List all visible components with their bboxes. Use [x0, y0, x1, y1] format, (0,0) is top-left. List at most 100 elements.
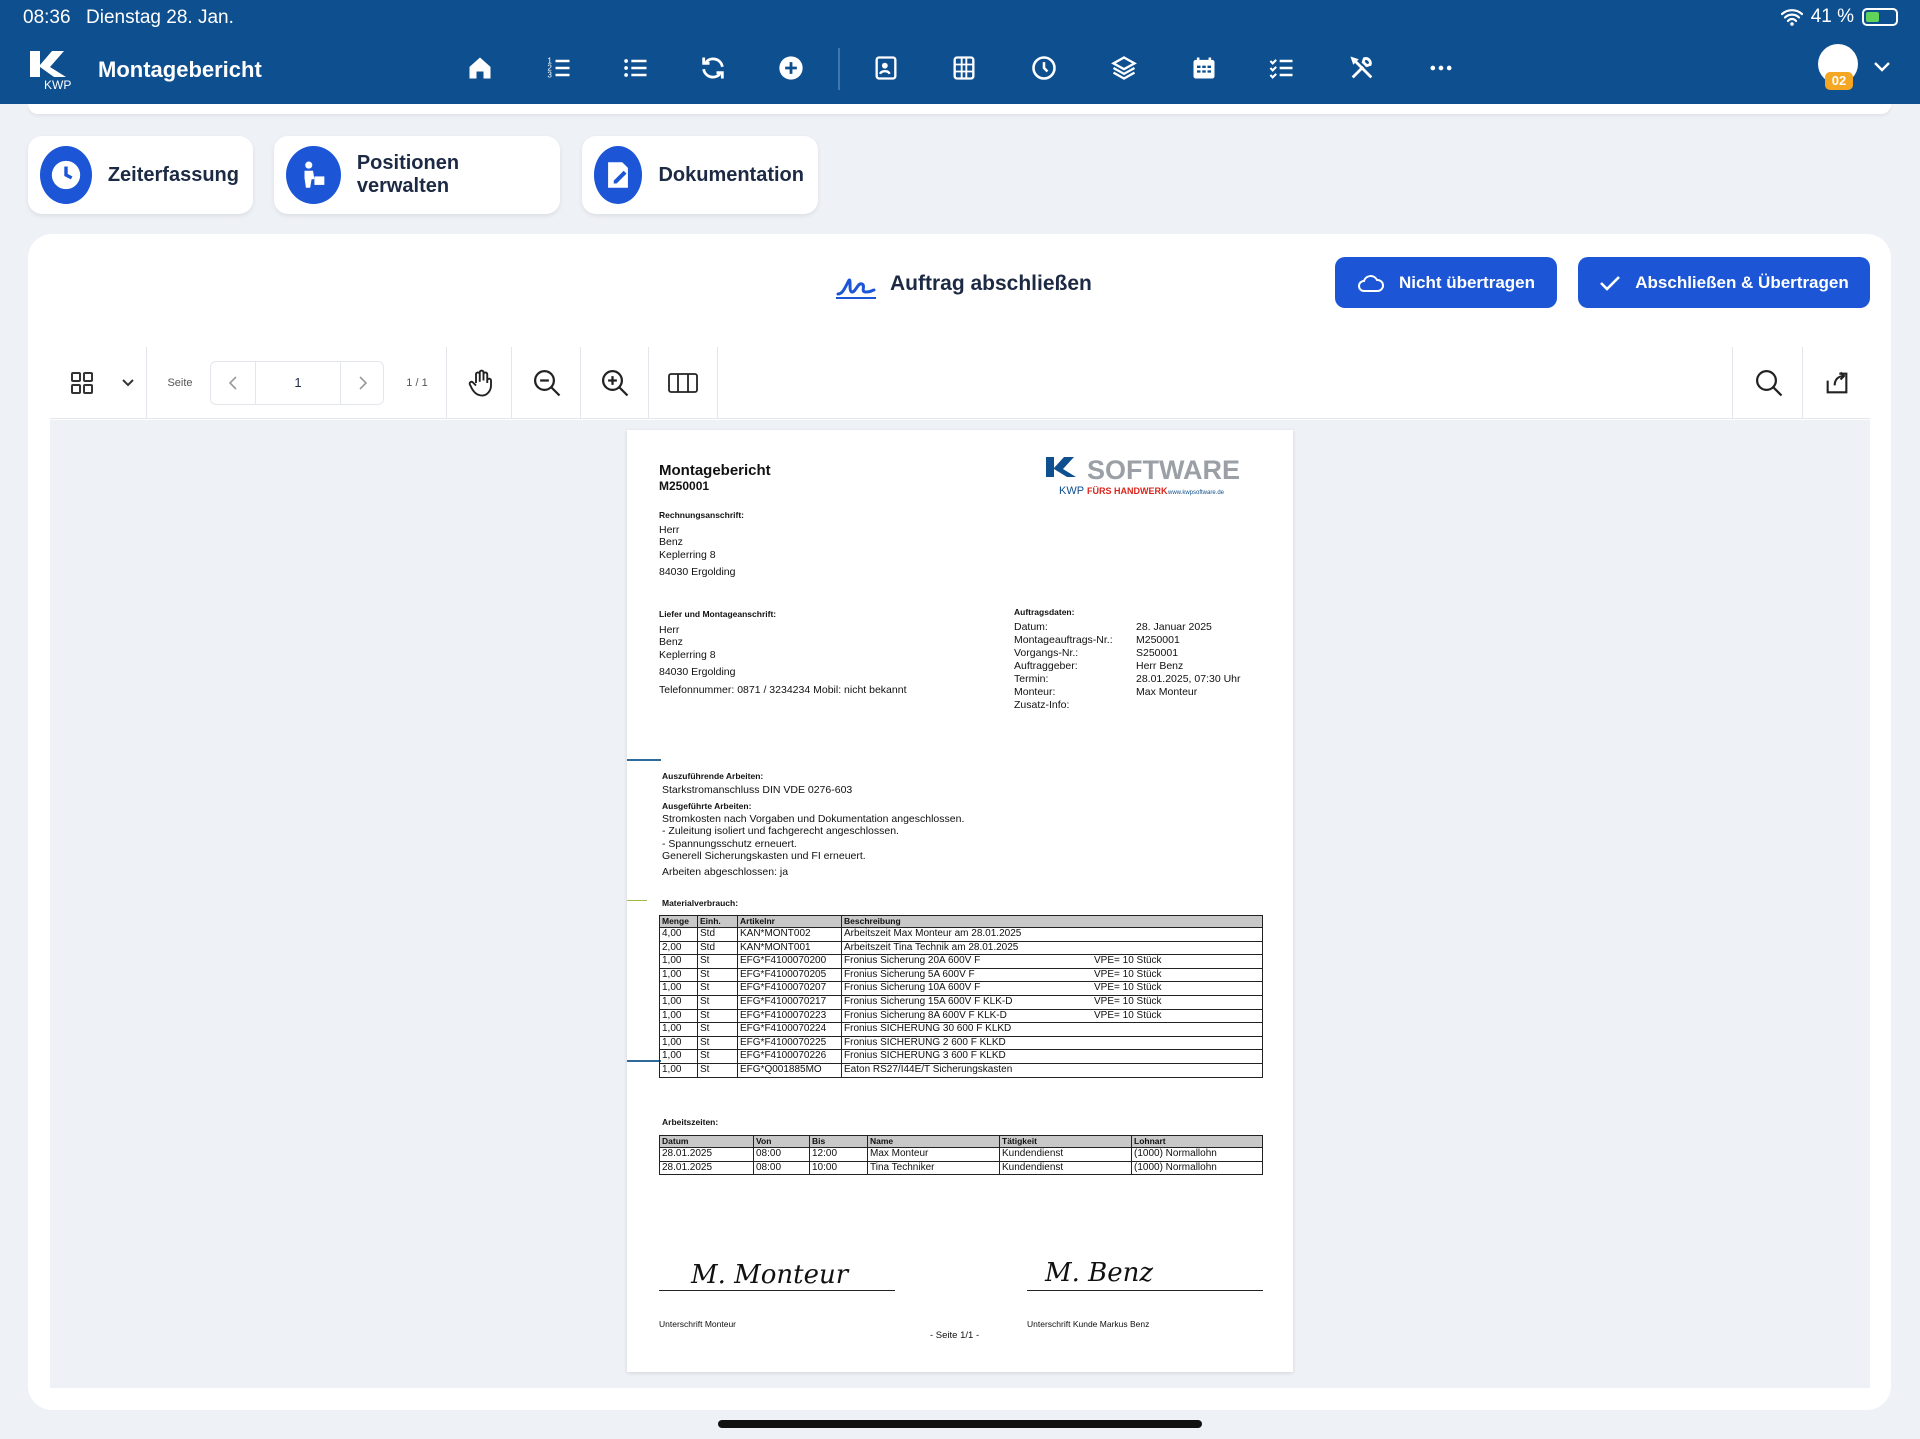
fold-mark — [627, 900, 647, 901]
order-key: Montageauftrags-Nr.: — [1014, 634, 1113, 646]
table-cell: 1,00 — [659, 994, 698, 1010]
pdf-search-button[interactable] — [1746, 347, 1792, 419]
signature-monteur-drawing: M. Monteur — [691, 1260, 849, 1290]
chevron-down-icon[interactable] — [1870, 54, 1894, 78]
table-cell: St — [697, 994, 738, 1010]
calendar-button[interactable] — [1188, 52, 1220, 84]
thumbnail-grid-button[interactable] — [62, 347, 102, 419]
worker-icon — [286, 146, 341, 204]
contact-card-button[interactable] — [870, 52, 902, 84]
order-value: S250001 — [1136, 647, 1179, 659]
table-cell: St — [697, 1035, 738, 1051]
delivery-line: 84030 Ergolding — [659, 665, 736, 678]
prev-page-button[interactable] — [211, 362, 255, 404]
cloud-icon — [1358, 274, 1384, 292]
table-cell: Fronius Sicherung 20A 600V F VPE= 10 Stüc… — [841, 954, 1263, 969]
zoom-out-button[interactable] — [524, 347, 570, 419]
divider — [580, 347, 581, 419]
material-header: Einh. — [697, 915, 738, 928]
divider — [1732, 347, 1733, 419]
home-indicator — [718, 1420, 1202, 1428]
table-cell: 08:00 — [753, 1147, 810, 1162]
order-value: 28. Januar 2025 — [1136, 621, 1212, 633]
ordered-list-button[interactable]: 123 — [543, 52, 575, 84]
tools-button[interactable] — [1346, 52, 1378, 84]
positionen-label: Positionen verwalten — [356, 152, 460, 197]
grid-icon — [953, 56, 975, 80]
no-transfer-label: Nicht übertragen — [1398, 272, 1536, 292]
table-cell: St — [697, 967, 738, 983]
zoom-in-button[interactable] — [592, 347, 638, 419]
home-button[interactable] — [464, 52, 496, 84]
list-button[interactable] — [620, 52, 652, 84]
grid-button[interactable] — [948, 52, 980, 84]
checklist-button[interactable] — [1266, 52, 1298, 84]
table-cell: St — [697, 954, 738, 969]
divider — [648, 347, 649, 419]
table-cell: 1,00 — [659, 981, 698, 996]
table-cell: Kundendienst — [999, 1160, 1132, 1176]
next-page-button[interactable] — [341, 362, 385, 404]
table-cell: KAN*MONT001 — [737, 940, 842, 956]
delivery-label: Liefer und Montageanschrift: — [659, 609, 777, 619]
brand-url: www.kwpsoftware.de — [1168, 490, 1225, 496]
table-cell: Fronius SICHERUNG 2 600 F KLKD — [841, 1035, 1263, 1051]
zoom-in-icon — [602, 370, 629, 397]
dokumentation-button[interactable]: Dokumentation — [582, 136, 818, 214]
signature-kunde-label: Unterschrift Kunde Markus Benz — [1027, 1319, 1150, 1329]
zeiterfassung-button[interactable]: Zeiterfassung — [28, 136, 253, 214]
page-input[interactable]: 1 — [255, 362, 341, 404]
search-icon — [1756, 370, 1783, 397]
table-cell: St — [697, 1049, 738, 1064]
times-header: Lohnart — [1131, 1135, 1263, 1148]
order-key: Vorgangs-Nr.: — [1014, 647, 1079, 659]
brand-logo-text: KWP — [1059, 485, 1084, 496]
layers-button[interactable] — [1108, 52, 1140, 84]
table-cell: Fronius Sicherung 15A 600V F KLK-D VPE= 1… — [841, 994, 1263, 1010]
refresh-button[interactable] — [697, 52, 729, 84]
complete-transfer-button[interactable]: Abschließen & Übertragen — [1578, 257, 1870, 308]
table-cell: Arbeitszeit Max Monteur am 28.01.2025 — [841, 927, 1263, 942]
table-row: 28.01.2025 08:00 10:00 Tina Techniker Kunden… — [659, 1160, 1263, 1176]
description-text: Fronius SICHERUNG 30 600 F KLKD — [844, 1023, 1012, 1035]
dokumentation-label: Dokumentation — [658, 163, 804, 186]
table-row: 4,00 Std KAN*MONT002 Arbeitszeit Max Monteu… — [659, 927, 1263, 942]
delivery-address: Herr Benz Keplerring 8 84030 Ergolding T… — [659, 624, 907, 696]
grid-view-icon — [71, 372, 93, 394]
work-done-line: - Zuleitung isoliert und fachgerecht ang… — [662, 825, 899, 838]
ordered-list-icon: 123 — [547, 56, 570, 79]
material-table: Menge Einh. Artikelnr Beschreibung 4,00 S… — [659, 915, 1263, 1078]
table-row: 1,00 St EFG*F4100070226 Fronius SICHERUNG 3… — [659, 1049, 1263, 1064]
order-value: Herr Benz — [1136, 660, 1184, 672]
table-cell: Max Monteur — [867, 1147, 1000, 1162]
no-transfer-button[interactable]: Nicht übertragen — [1335, 257, 1557, 308]
status-date: Dienstag 28. Jan. — [86, 7, 234, 28]
description-text: Arbeitszeit Max Monteur am 28.01.2025 — [844, 928, 1022, 939]
positionen-verwalten-button[interactable]: Positionen verwalten — [274, 136, 560, 214]
table-cell: Std — [697, 927, 738, 942]
divider — [1802, 347, 1803, 419]
table-cell: Arbeitszeit Tina Technik am 28.01.2025 — [841, 940, 1263, 956]
table-cell: 12:00 — [809, 1147, 868, 1162]
description-text: Fronius Sicherung 5A 600V F — [844, 968, 975, 980]
table-cell: KAN*MONT002 — [737, 927, 842, 942]
page-navigator: 1 — [210, 361, 384, 405]
pan-tool-button[interactable] — [456, 347, 506, 419]
order-value: 28.01.2025, 07:30 Uhr — [1136, 673, 1241, 685]
clock-button[interactable] — [1028, 52, 1060, 84]
add-button[interactable] — [775, 52, 807, 84]
share-button[interactable] — [1814, 347, 1860, 419]
more-button[interactable] — [1425, 52, 1457, 84]
description-text: Fronius Sicherung 8A 600V F KLK-D — [844, 1009, 1007, 1021]
work-done-line: - Spannungsschutz erneuert. — [662, 837, 797, 850]
vpe-text: VPE= 10 Stück — [1094, 968, 1162, 980]
signature-kunde: M. Benz — [1027, 1258, 1263, 1300]
page-layout-button[interactable] — [660, 347, 706, 419]
view-dropdown[interactable] — [116, 347, 140, 419]
battery-icon — [1862, 8, 1898, 26]
table-cell: EFG*F4100070217 — [737, 994, 842, 1010]
wifi-icon — [1780, 9, 1803, 26]
vpe-text: VPE= 10 Stück — [1094, 1009, 1162, 1021]
phone-line: Telefonnummer: 0871 / 3234234 Mobil: nic… — [659, 684, 907, 697]
table-cell: 4,00 — [659, 927, 698, 942]
